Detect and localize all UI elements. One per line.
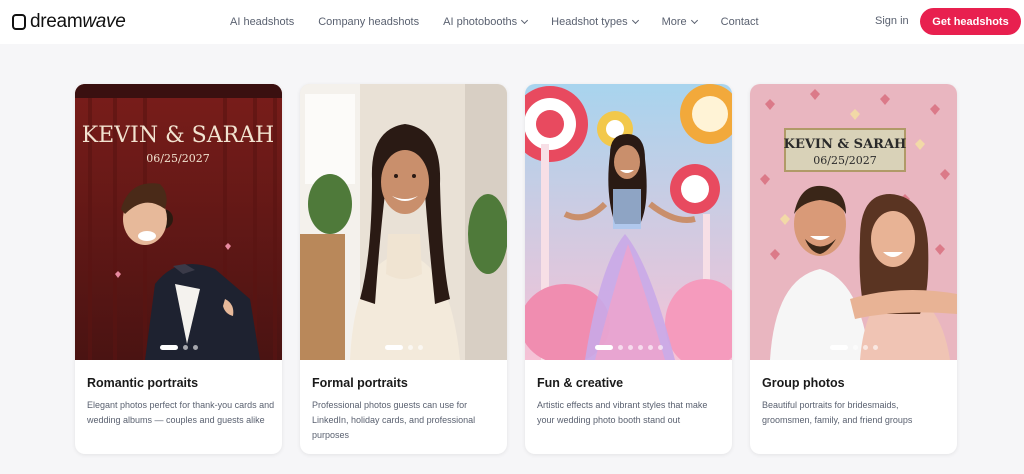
nav-ai-photobooths[interactable]: AI photobooths [443, 16, 529, 28]
sign-names-text: KEVIN & SARAH [82, 123, 275, 148]
card-title: Formal portraits [312, 376, 408, 390]
slide-dot[interactable] [617, 345, 623, 350]
card-title: Group photos [762, 376, 845, 390]
card-description: Elegant photos perfect for thank-you car… [87, 400, 275, 425]
card-description: Beautiful portraits for bridesmaids, gro… [762, 400, 913, 425]
slide-dot[interactable] [872, 345, 878, 350]
chevron-down-icon [690, 16, 698, 25]
slide-dot[interactable] [192, 345, 198, 350]
nav-contact[interactable]: Contact [721, 16, 759, 28]
slide-dot[interactable] [417, 345, 423, 350]
card-title: Fun & creative [537, 376, 624, 390]
nav-links: AI headshots Company headshots AI photob… [230, 0, 783, 44]
formal-portrait-photo [300, 84, 507, 360]
sign-date-text: 06/25/2027 [813, 154, 876, 167]
slide-dot[interactable] [594, 345, 613, 350]
romantic-portrait-photo: KEVIN & SARAH 06/25/2027 [75, 84, 282, 360]
top-navbar: dreamwave AI headshots Company headshots… [0, 0, 1024, 44]
nav-more[interactable]: More [662, 16, 698, 28]
slide-dot[interactable] [829, 345, 848, 350]
slide-dot[interactable] [852, 345, 858, 350]
sign-in-link[interactable]: Sign in [875, 15, 909, 27]
card-title: Romantic portraits [87, 376, 199, 390]
fun-creative-photo [525, 84, 732, 360]
card-description: Artistic effects and vibrant styles that… [537, 400, 708, 425]
card-romantic-portraits[interactable]: KEVIN & SARAH 06/25/2027 Romantic portra… [75, 84, 282, 454]
chevron-down-icon [631, 16, 639, 25]
get-headshots-button[interactable]: Get headshots [920, 8, 1021, 35]
slide-dot[interactable] [647, 345, 653, 350]
slide-dot[interactable] [637, 345, 643, 350]
slide-dot[interactable] [182, 345, 188, 350]
slide-dot[interactable] [862, 345, 868, 350]
sign-names-text: KEVIN & SARAH [784, 137, 907, 152]
logo-mark-icon [12, 14, 26, 30]
slide-indicator[interactable] [525, 345, 732, 350]
slide-dot[interactable] [657, 345, 663, 350]
nav-headshot-types[interactable]: Headshot types [551, 16, 639, 28]
nav-ai-headshots[interactable]: AI headshots [230, 16, 294, 28]
card-fun-creative[interactable]: Fun & creative Artistic effects and vibr… [525, 84, 732, 454]
feature-cards: KEVIN & SARAH 06/25/2027 Romantic portra… [75, 84, 957, 454]
card-group-photos[interactable]: KEVIN & SARAH 06/25/2027 Group photos Be… [750, 84, 957, 454]
logo-text-italic: wave [82, 11, 126, 32]
sign-date-text: 06/25/2027 [146, 152, 209, 165]
group-photo: KEVIN & SARAH 06/25/2027 [750, 84, 957, 360]
slide-indicator[interactable] [300, 345, 507, 350]
logo-text: dream [30, 11, 83, 32]
card-description: Professional photos guests can use for L… [312, 400, 476, 440]
nav-company-headshots[interactable]: Company headshots [318, 16, 419, 28]
slide-dot[interactable] [159, 345, 178, 350]
slide-dot[interactable] [407, 345, 413, 350]
dreamwave-logo[interactable]: dreamwave [12, 11, 126, 33]
slide-indicator[interactable] [75, 345, 282, 350]
slide-dot[interactable] [384, 345, 403, 350]
chevron-down-icon [521, 16, 529, 25]
slide-indicator[interactable] [750, 345, 957, 350]
card-formal-portraits[interactable]: Formal portraits Professional photos gue… [300, 84, 507, 454]
slide-dot[interactable] [627, 345, 633, 350]
